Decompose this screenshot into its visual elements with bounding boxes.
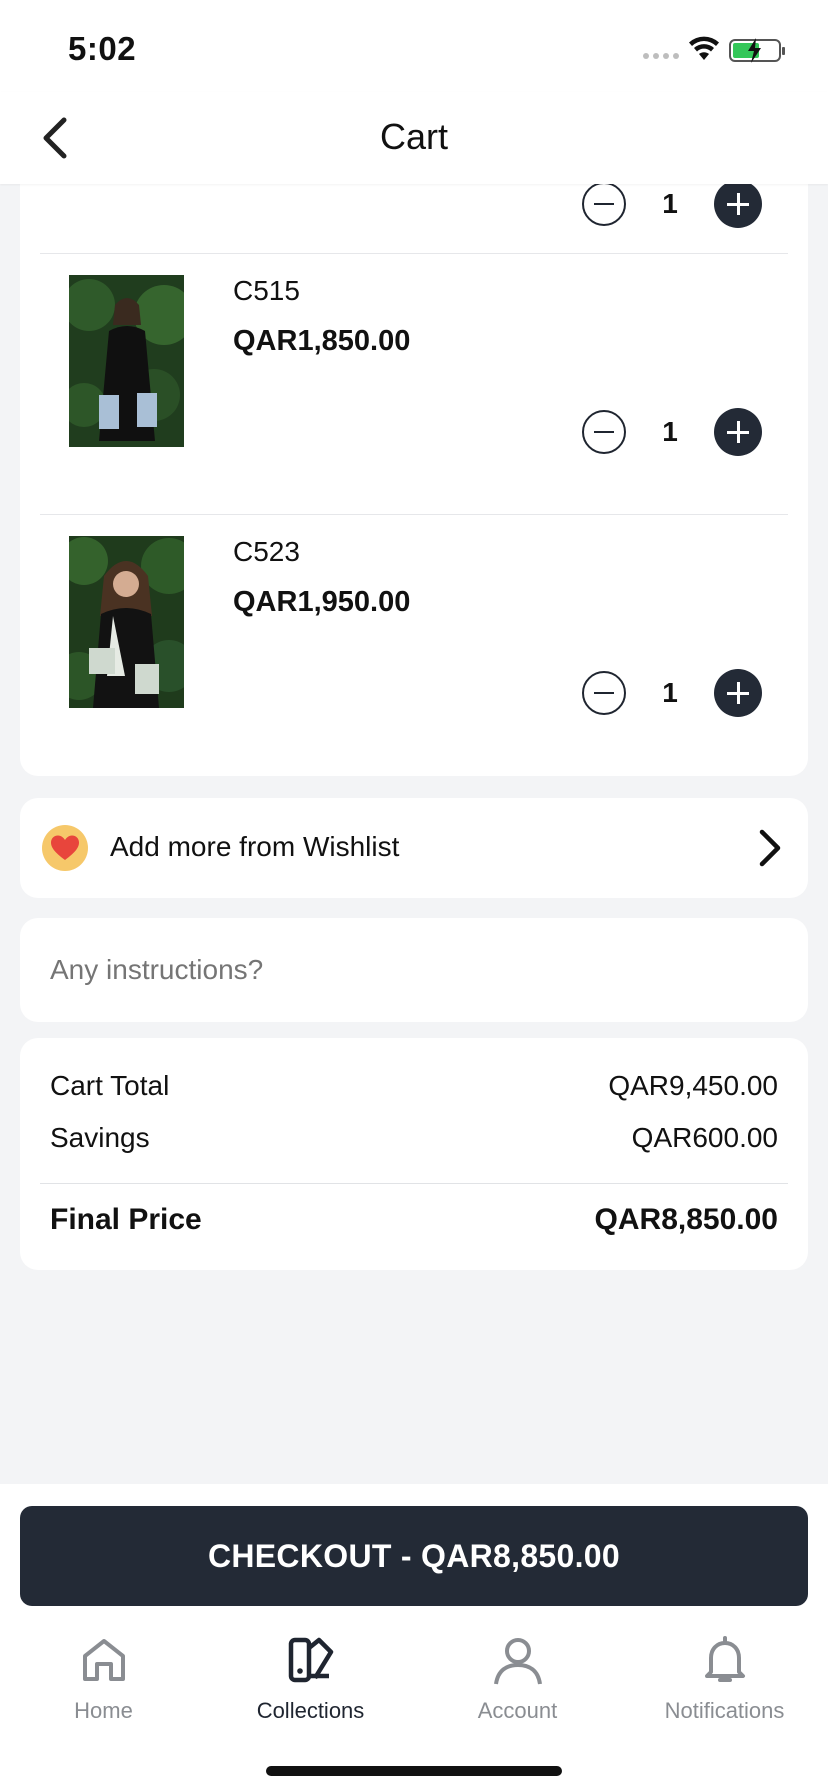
- tab-label: Collections: [256, 1698, 365, 1723]
- quantity-stepper: 1: [582, 408, 762, 456]
- account-icon: [493, 1638, 542, 1685]
- status-bar: 5:02: [0, 0, 828, 92]
- wishlist-label: Add more from Wishlist: [110, 831, 400, 862]
- tab-notifications[interactable]: Notifications: [621, 1634, 828, 1744]
- savings-label: Savings: [50, 1122, 150, 1153]
- collections-icon: [288, 1637, 333, 1683]
- signal-icon: [643, 53, 679, 59]
- tab-label: Account: [477, 1698, 558, 1723]
- tab-label: Home: [74, 1698, 133, 1723]
- page-title: Cart: [379, 116, 448, 157]
- chevron-right-icon: [754, 826, 784, 870]
- bell-icon: [704, 1636, 745, 1682]
- decrease-quantity-button[interactable]: [582, 182, 626, 226]
- decrease-quantity-button[interactable]: [582, 671, 626, 715]
- cart-total-label: Cart Total: [50, 1070, 170, 1101]
- checkout-button[interactable]: CHECKOUT - QAR8,850.00: [20, 1506, 808, 1606]
- status-icons: [642, 34, 792, 64]
- price-summary: Cart Total QAR9,450.00 Savings QAR600.00…: [20, 1038, 808, 1270]
- final-price-value: QAR8,850.00: [594, 1203, 778, 1236]
- increase-quantity-button[interactable]: [714, 180, 762, 228]
- product-image[interactable]: [69, 275, 184, 447]
- quantity-stepper: 1: [582, 669, 762, 717]
- final-price-label: Final Price: [50, 1203, 202, 1236]
- product-price: QAR1,850.00: [233, 325, 411, 357]
- instructions-input[interactable]: [50, 954, 750, 986]
- tab-home[interactable]: Home: [0, 1634, 207, 1744]
- cart-items-card: 1 C515 QAR1,850.00 1 C523 QAR1,950.00 1: [20, 150, 808, 776]
- home-indicator[interactable]: [266, 1766, 562, 1776]
- tab-account[interactable]: Account: [414, 1634, 621, 1744]
- divider: [40, 1183, 788, 1184]
- battery-icon: [729, 38, 785, 63]
- product-price: QAR1,950.00: [233, 586, 411, 618]
- quantity-value: 1: [662, 677, 678, 708]
- tab-bar: Home Collections Account Notifications: [0, 1634, 828, 1744]
- product-name: C523: [233, 536, 300, 567]
- status-time: 5:02: [68, 30, 137, 67]
- product-image[interactable]: [69, 536, 184, 708]
- wifi-icon: [689, 36, 719, 60]
- bottom-area: CHECKOUT - QAR8,850.00 Home Collections …: [0, 1484, 828, 1792]
- home-icon: [82, 1639, 125, 1681]
- final-price-row: Final Price QAR8,850.00: [50, 1203, 778, 1237]
- tab-collections[interactable]: Collections: [207, 1634, 414, 1744]
- increase-quantity-button[interactable]: [714, 408, 762, 456]
- quantity-stepper: 1: [582, 180, 762, 228]
- quantity-value: 1: [662, 188, 678, 219]
- navigation-bar: Cart: [0, 92, 828, 184]
- increase-quantity-button[interactable]: [714, 669, 762, 717]
- divider: [40, 253, 788, 254]
- heart-icon: [42, 825, 88, 871]
- divider: [40, 514, 788, 515]
- tab-label: Notifications: [664, 1698, 785, 1723]
- instructions-card: [20, 918, 808, 1022]
- product-name: C515: [233, 275, 300, 306]
- quantity-value: 1: [662, 416, 678, 447]
- add-from-wishlist-button[interactable]: Add more from Wishlist: [20, 798, 808, 898]
- savings-row: Savings QAR600.00: [50, 1122, 778, 1154]
- cart-total-value: QAR9,450.00: [608, 1070, 778, 1101]
- savings-value: QAR600.00: [631, 1122, 778, 1153]
- cart-total-row: Cart Total QAR9,450.00: [50, 1070, 778, 1102]
- cart-item: C523 QAR1,950.00 1: [20, 516, 808, 776]
- decrease-quantity-button[interactable]: [582, 410, 626, 454]
- cart-item: C515 QAR1,850.00 1: [20, 255, 808, 515]
